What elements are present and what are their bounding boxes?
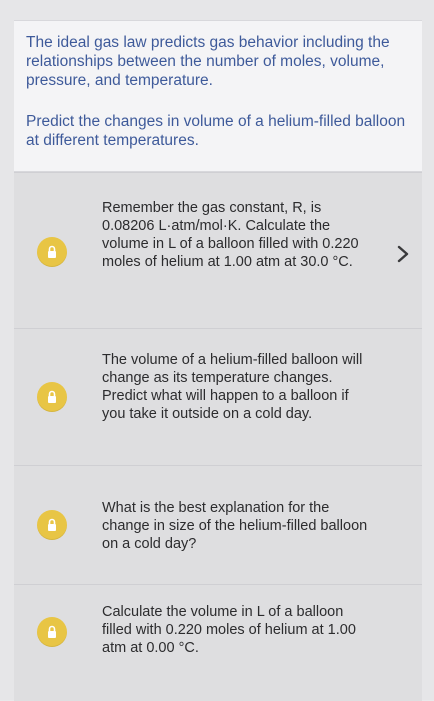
intro-paragraph-2: Predict the changes in volume of a heliu…	[26, 113, 406, 149]
step-2[interactable]: The volume of a helium-filled balloon wi…	[14, 328, 422, 465]
intro-paragraph-1: The ideal gas law predicts gas behavior …	[26, 34, 390, 89]
step-2-text: The volume of a helium-filled balloon wi…	[102, 352, 363, 422]
chevron-right-icon[interactable]	[396, 245, 410, 263]
lock-icon	[48, 518, 56, 531]
problem-frame: The ideal gas law predicts gas behavior …	[0, 0, 434, 701]
step-4-text: Calculate the volume in L of a balloon f…	[102, 604, 356, 656]
step-1[interactable]: Remember the gas constant, R, is 0.08206…	[14, 172, 422, 328]
step-4[interactable]: Calculate the volume in L of a balloon f…	[14, 584, 422, 701]
step-3[interactable]: What is the best explanation for the cha…	[14, 465, 422, 584]
step-1-text: Remember the gas constant, R, is 0.08206…	[102, 200, 359, 270]
step-4-lock-badge	[37, 617, 67, 647]
lock-icon	[48, 625, 56, 638]
intro-card: The ideal gas law predicts gas behavior …	[14, 20, 422, 172]
step-3-lock-badge	[37, 510, 67, 540]
step-1-lock-badge	[37, 237, 67, 267]
step-3-text: What is the best explanation for the cha…	[102, 500, 368, 552]
lock-icon	[48, 390, 56, 403]
lock-icon	[48, 245, 56, 258]
step-2-lock-badge	[37, 382, 67, 412]
